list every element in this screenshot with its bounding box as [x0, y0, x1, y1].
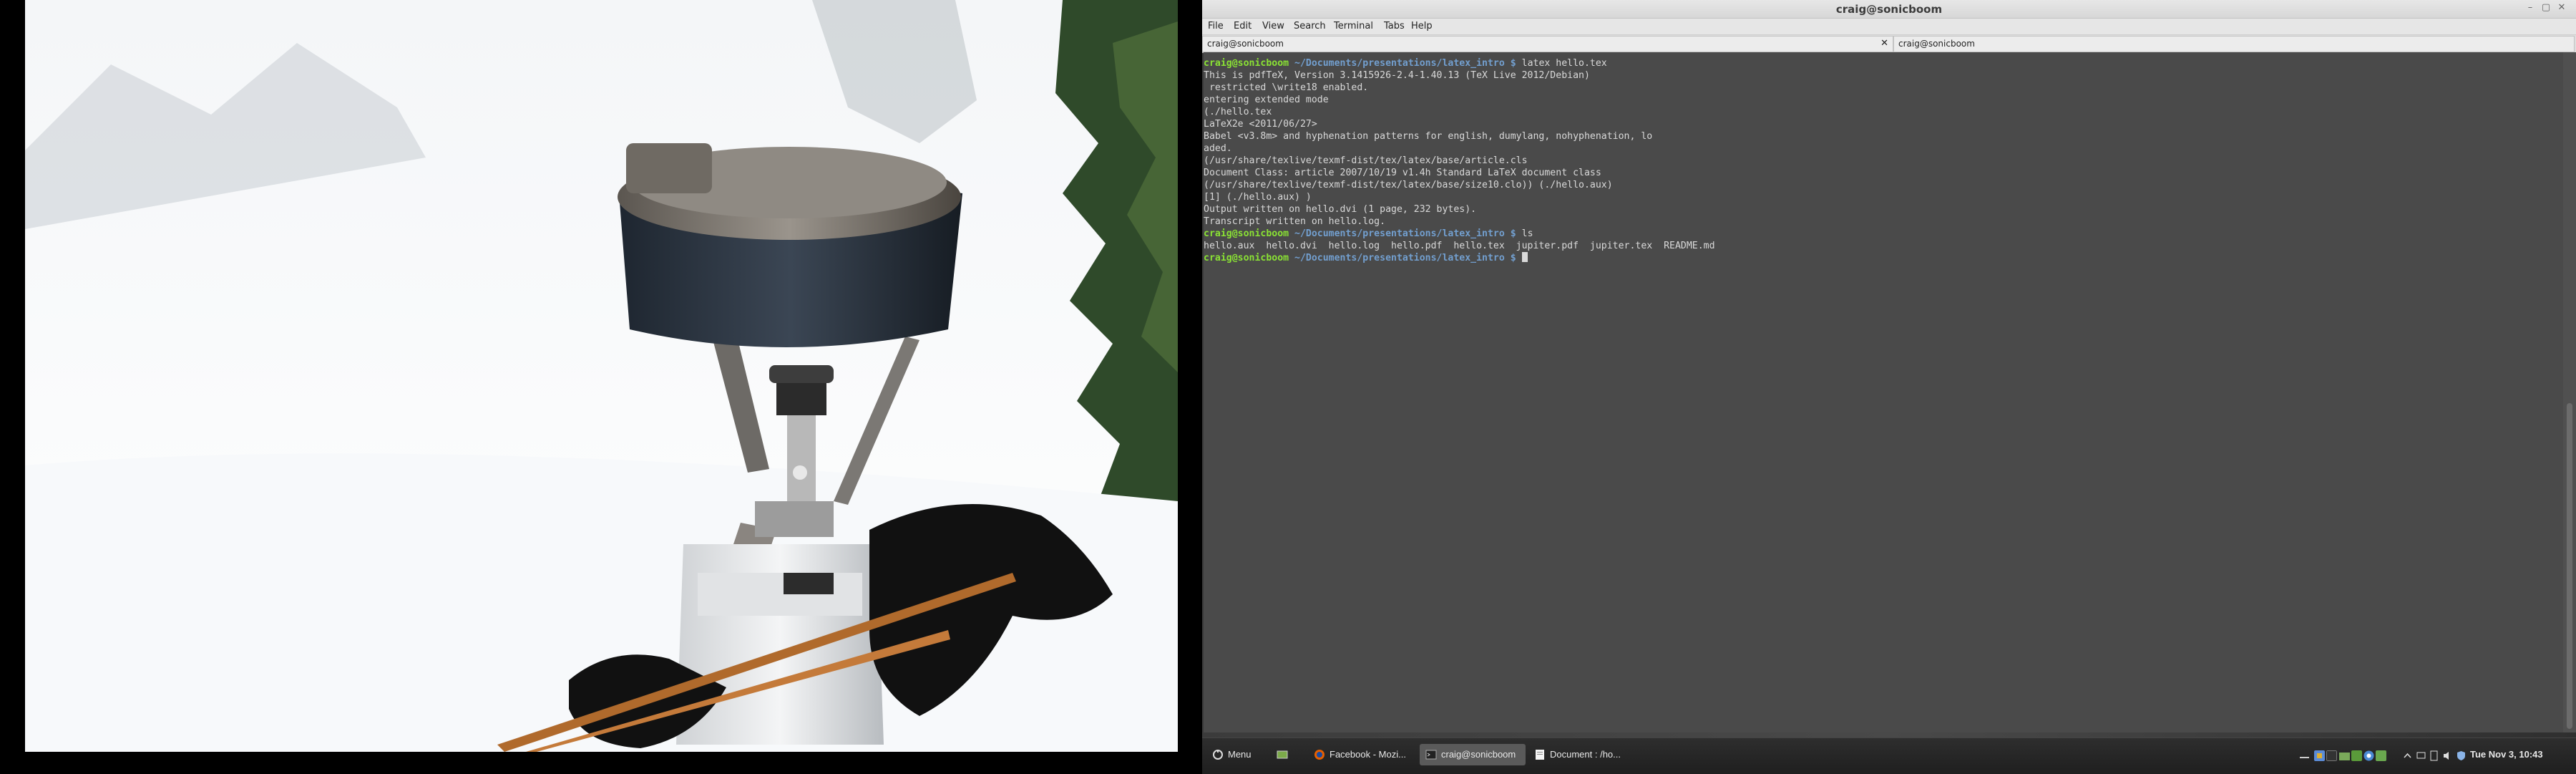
terminal-icon: [1425, 750, 1437, 760]
firefox-icon: [1314, 750, 1324, 760]
terminal-line: hello.aux hello.dvi hello.log hello.pdf …: [1204, 241, 1715, 251]
mint-menu-icon: [1213, 750, 1223, 760]
photo-viewer-panel: [0, 0, 1202, 773]
tab-label: craig@sonicboom: [1898, 39, 1975, 49]
terminal-line: restricted \write18 enabled.: [1204, 82, 1369, 93]
terminal-scrollbar[interactable]: [2563, 52, 2576, 732]
network-icon[interactable]: [2416, 750, 2426, 761]
terminal-output[interactable]: craig@sonicboom ~/Documents/presentation…: [1204, 52, 2563, 732]
terminal-tray-icon[interactable]: [2326, 750, 2337, 761]
tab-label: craig@sonicboom: [1207, 39, 1284, 49]
terminal-line: Babel <v3.8m> and hyphenation patterns f…: [1204, 131, 1653, 142]
tab-close-icon[interactable]: ✕: [1880, 38, 1888, 49]
maximize-icon[interactable]: ▢: [2540, 2, 2552, 14]
tab-bar: craig@sonicboom ✕ craig@sonicboom: [1202, 35, 2576, 53]
taskbar: Menu Facebook - Mozi... craig@sonicboom …: [1202, 737, 2576, 774]
command-text: ls: [1516, 228, 1533, 239]
prompt-user: craig@sonicboom: [1204, 58, 1289, 69]
menu-search[interactable]: Search: [1294, 21, 1326, 32]
document-icon: [1536, 750, 1544, 760]
terminal-line: LaTeX2e <2011/06/27>: [1204, 119, 1317, 130]
chrome-icon[interactable]: [2363, 750, 2374, 761]
camping-stove-photo: [25, 0, 1178, 752]
prompt-user: craig@sonicboom: [1204, 228, 1289, 239]
menu-edit[interactable]: Edit: [1234, 21, 1252, 32]
command-text: [1516, 253, 1522, 263]
taskbar-window-label: craig@sonicboom: [1441, 749, 1516, 760]
menu-view[interactable]: View: [1262, 21, 1284, 32]
terminal-line: (/usr/share/texlive/texmf-dist/tex/latex…: [1204, 180, 1613, 190]
show-desktop-button[interactable]: [1275, 744, 1292, 765]
menu-file[interactable]: File: [1208, 21, 1224, 32]
taskbar-window-document[interactable]: Document : /ho...: [1528, 744, 1636, 765]
taskbar-window-label: Document : /ho...: [1550, 749, 1621, 760]
menu-help[interactable]: Help: [1411, 21, 1433, 32]
terminal-line: craig@sonicboom ~/Documents/presentation…: [1204, 252, 2563, 264]
taskbar-window-label: Facebook - Mozi...: [1330, 749, 1406, 760]
text-cursor: [1521, 252, 1528, 262]
terminal-line: craig@sonicboom ~/Documents/presentation…: [1204, 57, 2563, 69]
terminal-line: entering extended mode: [1204, 95, 1329, 105]
terminal-line: aded.: [1204, 143, 1232, 154]
menu-label: Menu: [1228, 749, 1252, 760]
chevron-up-icon[interactable]: [2402, 750, 2413, 761]
command-text: latex hello.tex: [1516, 58, 1607, 69]
menu-tabs[interactable]: Tabs: [1384, 21, 1405, 32]
tab-terminal-2[interactable]: craig@sonicboom: [1893, 36, 2575, 52]
tab-terminal-1[interactable]: craig@sonicboom ✕: [1202, 36, 1893, 52]
prompt-path: ~/Documents/presentations/latex_intro $: [1289, 58, 1516, 69]
terminal-line: Transcript written on hello.log.: [1204, 216, 1386, 227]
terminal-line: Document Class: article 2007/10/19 v1.4h…: [1204, 168, 1601, 178]
minimize-icon[interactable]: –: [2524, 2, 2536, 14]
clipboard-icon[interactable]: [2429, 750, 2439, 761]
clock[interactable]: Tue Nov 3, 10:43: [2470, 744, 2576, 765]
software-manager-icon[interactable]: [2351, 750, 2362, 761]
terminal-line: This is pdfTeX, Version 3.1415926-2.4-1.…: [1204, 70, 1590, 81]
desktop: craig@sonicboom – ▢ ✕ File Edit View Sea…: [1202, 0, 2576, 774]
taskbar-window-terminal[interactable]: craig@sonicboom: [1420, 744, 1526, 765]
terminal-line: [1] (./hello.aux) ): [1204, 192, 1312, 203]
terminal-line: Output written on hello.dvi (1 page, 232…: [1204, 204, 1477, 215]
keyboard-icon[interactable]: [2299, 750, 2310, 761]
prompt-user: craig@sonicboom: [1204, 253, 1289, 263]
terminal-line: (./hello.tex: [1204, 107, 1272, 117]
menu-terminal[interactable]: Terminal: [1334, 21, 1373, 32]
volume-icon[interactable]: [2442, 750, 2453, 761]
prompt-path: ~/Documents/presentations/latex_intro $: [1289, 228, 1516, 239]
scrollbar-thumb[interactable]: [2567, 403, 2572, 729]
shield-icon[interactable]: [2456, 750, 2467, 761]
prompt-path: ~/Documents/presentations/latex_intro $: [1289, 253, 1516, 263]
update-manager-icon[interactable]: [2376, 750, 2386, 761]
menu-button[interactable]: Menu: [1208, 744, 1265, 765]
terminal-line: craig@sonicboom ~/Documents/presentation…: [1204, 228, 2563, 240]
terminal-line: (/usr/share/texlive/texmf-dist/tex/latex…: [1204, 155, 1528, 166]
menubar: File Edit View Search Terminal Tabs Help: [1202, 19, 2576, 35]
window-titlebar[interactable]: craig@sonicboom – ▢ ✕: [1202, 0, 2576, 19]
folder-icon[interactable]: [2339, 750, 2350, 761]
close-icon[interactable]: ✕: [2556, 2, 2567, 14]
desktop-icon: [1277, 750, 1288, 759]
taskbar-window-firefox[interactable]: Facebook - Mozi...: [1308, 744, 1417, 765]
color-picker-icon[interactable]: [2314, 750, 2325, 761]
window-title: craig@sonicboom: [1835, 3, 1943, 16]
